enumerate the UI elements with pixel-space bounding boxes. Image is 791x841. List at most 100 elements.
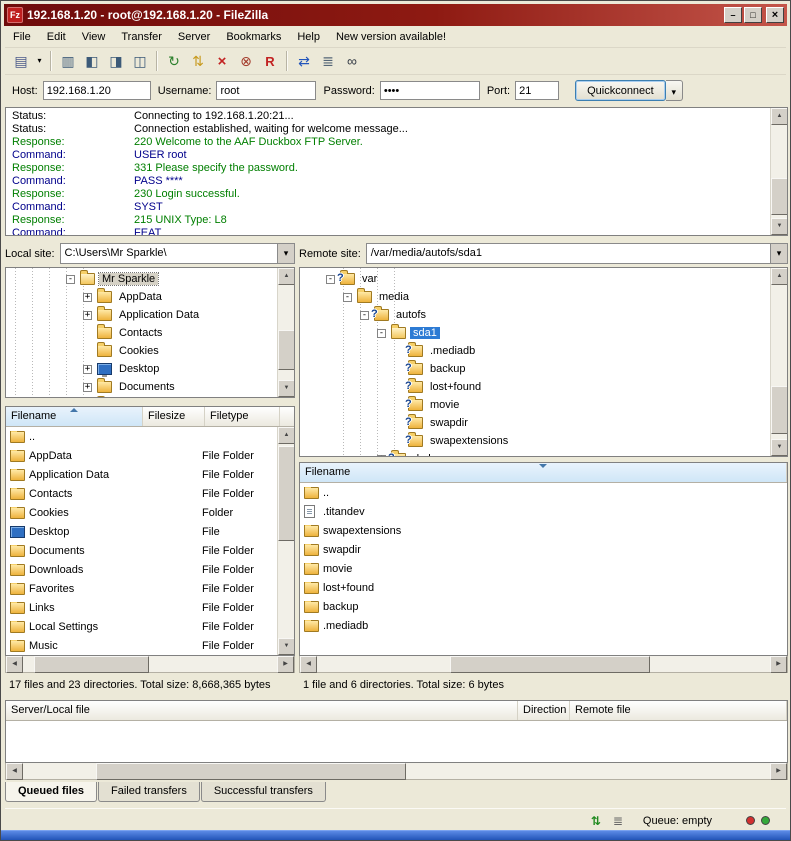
- process-queue-button[interactable]: ⇅: [186, 50, 210, 73]
- column-header-remote-file[interactable]: Remote file: [570, 701, 787, 720]
- file-row[interactable]: CookiesFolder: [6, 503, 277, 522]
- tree-item[interactable]: swapextensions: [300, 432, 770, 450]
- menu-item-new-version-available[interactable]: New version available!: [328, 29, 454, 45]
- host-input[interactable]: [43, 81, 151, 100]
- menu-item-edit[interactable]: Edit: [39, 29, 74, 45]
- tree-item[interactable]: backup: [300, 360, 770, 378]
- log-scrollbar[interactable]: [770, 108, 787, 235]
- menu-item-view[interactable]: View: [74, 29, 114, 45]
- tree-item[interactable]: +Documents: [6, 378, 277, 396]
- remote-tree-scrollbar[interactable]: [770, 268, 787, 456]
- site-manager-button[interactable]: ▤: [9, 50, 33, 73]
- file-row[interactable]: DesktopFile: [6, 522, 277, 541]
- tree-item[interactable]: -autofs: [300, 306, 770, 324]
- tree-item[interactable]: .mediadb: [300, 342, 770, 360]
- file-row[interactable]: Application DataFile Folder: [6, 465, 277, 484]
- scroll-right-icon[interactable]: [770, 656, 787, 673]
- tree-item[interactable]: -var: [300, 270, 770, 288]
- file-row[interactable]: ContactsFile Folder: [6, 484, 277, 503]
- chevron-down-icon[interactable]: [277, 244, 294, 263]
- tree-item[interactable]: movie: [300, 396, 770, 414]
- file-row[interactable]: .titandev: [300, 502, 787, 521]
- scrollbar-thumb[interactable]: [34, 656, 149, 673]
- tree-item[interactable]: -sda1: [300, 324, 770, 342]
- tree-expander-icon[interactable]: -: [343, 293, 352, 302]
- reconnect-button[interactable]: R: [258, 50, 282, 73]
- menu-item-help[interactable]: Help: [289, 29, 328, 45]
- file-row[interactable]: AppDataFile Folder: [6, 446, 277, 465]
- minimize-button[interactable]: –: [724, 7, 742, 23]
- tab-failed-transfers[interactable]: Failed transfers: [98, 782, 200, 802]
- tab-successful-transfers[interactable]: Successful transfers: [201, 782, 326, 802]
- quickconnect-dropdown[interactable]: [666, 80, 683, 101]
- scroll-up-icon[interactable]: [278, 427, 295, 444]
- tree-expander-icon[interactable]: +: [83, 365, 92, 374]
- tree-item[interactable]: -media: [300, 288, 770, 306]
- tree-expander-icon[interactable]: -: [360, 311, 369, 320]
- scroll-up-icon[interactable]: [771, 268, 788, 285]
- scrollbar-thumb[interactable]: [450, 656, 650, 673]
- scroll-right-icon[interactable]: [277, 656, 294, 673]
- compare-button[interactable]: ≣: [316, 50, 340, 73]
- scroll-left-icon[interactable]: [6, 656, 23, 673]
- column-header-server-local-file[interactable]: Server/Local file: [6, 701, 518, 720]
- scroll-left-icon[interactable]: [300, 656, 317, 673]
- remote-list-hscrollbar[interactable]: [299, 656, 788, 673]
- scroll-down-icon[interactable]: [278, 380, 295, 397]
- file-row[interactable]: .mediadb: [300, 616, 787, 635]
- tree-expander-icon[interactable]: +: [83, 383, 92, 392]
- file-row[interactable]: movie: [300, 559, 787, 578]
- file-row[interactable]: backup: [300, 597, 787, 616]
- file-row[interactable]: MusicFile Folder: [6, 636, 277, 655]
- quickconnect-button[interactable]: Quickconnect: [575, 80, 666, 101]
- disconnect-button[interactable]: ⊗: [234, 50, 258, 73]
- toggle-remote-tree-button[interactable]: ◨: [104, 50, 128, 73]
- directory-comparison-icon[interactable]: [609, 813, 627, 829]
- title-bar[interactable]: Fz 192.168.1.20 - root@192.168.1.20 - Fi…: [4, 4, 787, 26]
- file-row[interactable]: DocumentsFile Folder: [6, 541, 277, 560]
- column-header-filesize[interactable]: Filesize: [143, 407, 205, 426]
- local-list-scrollbar[interactable]: [277, 427, 294, 655]
- find-button[interactable]: ∞: [340, 50, 364, 73]
- scroll-left-icon[interactable]: [6, 763, 23, 780]
- scroll-right-icon[interactable]: [770, 763, 787, 780]
- filter-button[interactable]: ⇄: [292, 50, 316, 73]
- tree-expander-icon[interactable]: -: [326, 275, 335, 284]
- tree-item[interactable]: Cookies: [6, 342, 277, 360]
- column-header-direction[interactable]: Direction: [518, 701, 570, 720]
- scrollbar-thumb[interactable]: [278, 330, 295, 370]
- tab-queued-files[interactable]: Queued files: [5, 782, 97, 802]
- scroll-up-icon[interactable]: [278, 268, 295, 285]
- file-row[interactable]: LinksFile Folder: [6, 598, 277, 617]
- tree-item[interactable]: lost+found: [300, 378, 770, 396]
- menu-item-transfer[interactable]: Transfer: [113, 29, 170, 45]
- scrollbar-thumb[interactable]: [278, 446, 295, 541]
- file-row[interactable]: ..: [6, 427, 277, 446]
- tree-item[interactable]: +dvd: [300, 450, 770, 456]
- scroll-down-icon[interactable]: [771, 218, 788, 235]
- column-header-filename[interactable]: Filename: [300, 463, 787, 482]
- tree-expander-icon[interactable]: +: [377, 455, 386, 457]
- site-manager-dropdown-button[interactable]: ▾: [33, 50, 46, 73]
- menu-item-file[interactable]: File: [5, 29, 39, 45]
- file-row[interactable]: swapextensions: [300, 521, 787, 540]
- scrollbar-thumb[interactable]: [771, 386, 788, 434]
- toggle-queue-button[interactable]: ◫: [128, 50, 152, 73]
- scroll-up-icon[interactable]: [771, 108, 788, 125]
- password-input[interactable]: [380, 81, 480, 100]
- toggle-message-log-button[interactable]: ▥: [56, 50, 80, 73]
- tree-item[interactable]: swapdir: [300, 414, 770, 432]
- toggle-local-tree-button[interactable]: ◧: [80, 50, 104, 73]
- port-input[interactable]: [515, 81, 559, 100]
- tree-item[interactable]: Contacts: [6, 324, 277, 342]
- scroll-down-icon[interactable]: [771, 439, 788, 456]
- file-row[interactable]: ..: [300, 483, 787, 502]
- tree-expander-icon[interactable]: -: [66, 275, 75, 284]
- file-row[interactable]: Local SettingsFile Folder: [6, 617, 277, 636]
- column-header-filetype[interactable]: Filetype: [205, 407, 280, 426]
- scroll-down-icon[interactable]: [278, 638, 295, 655]
- tree-expander-icon[interactable]: +: [83, 311, 92, 320]
- local-tree-scrollbar[interactable]: [277, 268, 294, 397]
- close-button[interactable]: ×: [766, 7, 784, 23]
- column-header-filename[interactable]: Filename: [6, 407, 143, 426]
